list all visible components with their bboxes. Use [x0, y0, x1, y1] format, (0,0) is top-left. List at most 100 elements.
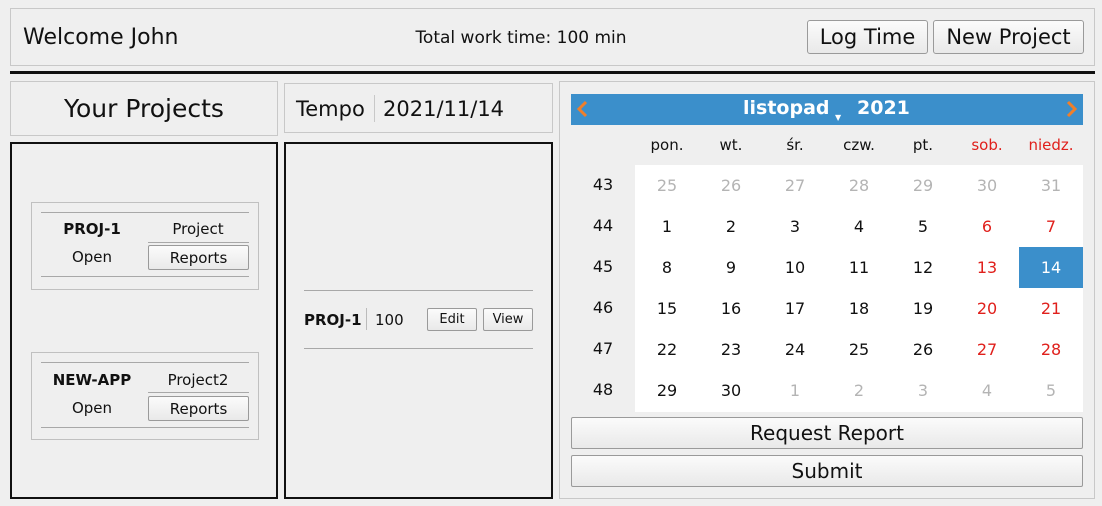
entry-project-key: PROJ-1	[304, 311, 362, 329]
week-number: 46	[592, 298, 614, 317]
project-open-link[interactable]: Open	[32, 399, 152, 417]
week-number: 47	[592, 339, 614, 358]
day-header: sob.	[971, 136, 1003, 154]
project-open-link[interactable]: Open	[32, 248, 152, 266]
calendar-day[interactable]: 25	[827, 329, 891, 370]
calendar-day[interactable]: 27	[955, 329, 1019, 370]
calendar-day[interactable]: 2	[699, 206, 763, 247]
entry-edit-button[interactable]: Edit	[427, 308, 477, 331]
calendar-day[interactable]: 31	[1019, 165, 1083, 206]
calendar-day[interactable]: 9	[699, 247, 763, 288]
calendar-day[interactable]: 1	[763, 370, 827, 411]
day-header: śr.	[786, 136, 804, 154]
project-list: PROJ-1 Project Open Reports NEW-APP Proj…	[10, 142, 278, 499]
log-time-button[interactable]: Log Time	[807, 20, 928, 54]
calendar-day[interactable]: 3	[763, 206, 827, 247]
calendar-day[interactable]: 5	[1019, 370, 1083, 411]
calendar-day[interactable]: 5	[891, 206, 955, 247]
calendar-navigation-bar: listopad ▼ 2021	[571, 94, 1083, 125]
entry-divider	[304, 348, 533, 349]
project-name: Project	[172, 220, 224, 238]
calendar-day[interactable]: 28	[827, 165, 891, 206]
calendar-day[interactable]: 6	[955, 206, 1019, 247]
calendar-day[interactable]: 22	[635, 329, 699, 370]
calendar-day[interactable]: 20	[955, 288, 1019, 329]
calendar-day-headers: pon. wt. śr. czw. pt. sob. niedz.	[635, 125, 1083, 165]
calendar-day[interactable]: 12	[891, 247, 955, 288]
calendar-days: 25 26 27 28 29 30 31 1 2 3 4 5 6 7 8 9 10 11 12 13 14 15 16 17 1…	[635, 165, 1083, 412]
entry-separator	[366, 308, 367, 330]
new-project-button[interactable]: New Project	[933, 20, 1084, 54]
calendar-day[interactable]: 13	[955, 247, 1019, 288]
submit-button[interactable]: Submit	[571, 455, 1083, 487]
week-number: 44	[592, 216, 614, 235]
calendar-day[interactable]: 18	[827, 288, 891, 329]
calendar-day[interactable]: 25	[635, 165, 699, 206]
week-number: 45	[592, 257, 614, 276]
project-key: NEW-APP	[52, 371, 132, 389]
calendar-month-selector[interactable]: listopad	[743, 97, 830, 119]
project-card: NEW-APP Project2 Open Reports	[31, 352, 259, 440]
calendar-day[interactable]: 24	[763, 329, 827, 370]
projects-title-box: Your Projects	[10, 81, 278, 136]
day-header: niedz.	[1028, 136, 1074, 154]
day-header: wt.	[719, 136, 743, 154]
tempo-date: 2021/11/14	[383, 97, 505, 121]
calendar-year[interactable]: 2021	[857, 97, 910, 119]
calendar-day[interactable]: 27	[763, 165, 827, 206]
calendar-day[interactable]: 4	[955, 370, 1019, 411]
calendar-week-numbers: 43 44 45 46 47 48	[571, 165, 635, 412]
project-key: PROJ-1	[63, 220, 121, 238]
day-header: czw.	[843, 136, 875, 154]
calendar-day[interactable]: 21	[1019, 288, 1083, 329]
card-divider	[41, 276, 249, 277]
tempo-header: Tempo 2021/11/14	[284, 83, 553, 133]
project-card: PROJ-1 Project Open Reports	[31, 202, 259, 290]
calendar-day[interactable]: 15	[635, 288, 699, 329]
calendar-day[interactable]: 19	[891, 288, 955, 329]
chevron-left-icon[interactable]	[575, 97, 591, 121]
request-report-button[interactable]: Request Report	[571, 417, 1083, 449]
project-reports-button[interactable]: Reports	[148, 245, 249, 270]
calendar-day[interactable]: 29	[891, 165, 955, 206]
day-header: pt.	[912, 136, 934, 154]
dropdown-arrow-icon[interactable]: ▼	[835, 113, 841, 122]
tempo-entry-list: PROJ-1 100 Edit View	[284, 142, 553, 499]
calendar-day[interactable]: 23	[699, 329, 763, 370]
project-reports-button[interactable]: Reports	[148, 396, 249, 421]
calendar-day[interactable]: 26	[891, 329, 955, 370]
calendar-day[interactable]: 3	[891, 370, 955, 411]
day-header: pon.	[650, 136, 684, 154]
calendar-day[interactable]: 11	[827, 247, 891, 288]
calendar-day[interactable]: 7	[1019, 206, 1083, 247]
calendar-day[interactable]: 8	[635, 247, 699, 288]
entry-divider	[304, 290, 533, 291]
tempo-separator	[374, 95, 375, 122]
card-divider	[41, 212, 249, 213]
calendar-day[interactable]: 4	[827, 206, 891, 247]
card-divider	[41, 427, 249, 428]
calendar-day[interactable]: 30	[955, 165, 1019, 206]
entry-minutes: 100	[375, 311, 404, 329]
week-number: 48	[592, 380, 614, 399]
calendar-day[interactable]: 17	[763, 288, 827, 329]
calendar-day[interactable]: 2	[827, 370, 891, 411]
calendar-day[interactable]: 16	[699, 288, 763, 329]
card-divider	[41, 362, 249, 363]
projects-title: Your Projects	[64, 94, 224, 123]
calendar-day[interactable]: 30	[699, 370, 763, 411]
calendar-day[interactable]: 29	[635, 370, 699, 411]
calendar-day[interactable]: 26	[699, 165, 763, 206]
calendar-panel: listopad ▼ 2021 pon. wt. śr. czw. pt. sob. nie…	[559, 81, 1095, 499]
calendar-grid: pon. wt. śr. czw. pt. sob. niedz. 43 44 45 46 47 48…	[571, 125, 1083, 412]
week-number: 43	[592, 175, 614, 194]
header-divider	[10, 71, 1095, 74]
calendar-day[interactable]: 1	[635, 206, 699, 247]
tempo-label: Tempo	[296, 97, 365, 121]
calendar-day[interactable]: 28	[1019, 329, 1083, 370]
calendar-day[interactable]: 10	[763, 247, 827, 288]
chevron-right-icon[interactable]	[1063, 97, 1079, 121]
calendar-day-selected[interactable]: 14	[1019, 247, 1083, 288]
entry-view-button[interactable]: View	[483, 308, 533, 331]
header-bar: Welcome John Total work time: 100 min Lo…	[10, 8, 1095, 66]
